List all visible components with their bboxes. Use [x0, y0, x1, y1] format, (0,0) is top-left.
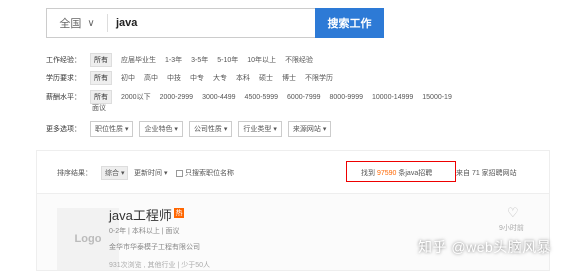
dropdown-industry[interactable]: 行业类型 ▾ [238, 121, 282, 137]
filter-option[interactable]: 硕士 [259, 73, 273, 83]
filter-option[interactable]: 中技 [167, 73, 181, 83]
filter-experience: 工作经验： 所有 应届毕业生 1-3年 3-5年 5-10年 10年以上 不限经… [46, 53, 322, 67]
filter-option[interactable]: 10年以上 [247, 55, 276, 65]
filter-option[interactable]: 3000-4499 [202, 94, 235, 101]
filter-education: 学历要求： 所有 初中 高中 中技 中专 大专 本科 硕士 博士 不限学历 [46, 71, 342, 85]
filter-option[interactable]: 6000-7999 [287, 94, 320, 101]
dropdown-job-type[interactable]: 职位性质 ▾ [90, 121, 134, 137]
filter-option[interactable]: 5-10年 [217, 55, 238, 65]
filter-option[interactable]: 所有 [90, 53, 112, 67]
filter-option[interactable]: 1-3年 [165, 55, 182, 65]
job-views: 931次浏览 , 其他行业 | 少于50人 [109, 262, 211, 269]
sort-comprehensive[interactable]: 综合 ▾ [101, 166, 129, 180]
filter-option[interactable]: 2000以下 [121, 92, 151, 102]
filter-option[interactable]: 所有 [90, 90, 112, 104]
filter-label: 学历要求： [46, 75, 81, 82]
sort-update-time[interactable]: 更新时间 ▾ [134, 168, 167, 178]
filter-option[interactable]: 本科 [236, 73, 250, 83]
filter-option[interactable]: 不限学历 [305, 73, 333, 83]
filter-option[interactable]: 不限经验 [285, 55, 313, 65]
heart-icon[interactable]: ♡ [507, 205, 519, 221]
filter-option[interactable]: 10000-14999 [372, 94, 413, 101]
filter-option[interactable]: 大专 [213, 73, 227, 83]
dropdown-company-type[interactable]: 公司性质 ▾ [188, 121, 233, 137]
source-sites-text: 来自 71 家招聘网站 [456, 170, 517, 177]
filter-option[interactable]: 15000-19 [422, 94, 452, 101]
job-meta: 0-2年 | 本科以上 | 面议 [109, 228, 180, 235]
company-name[interactable]: 金华市华泰模子工程有限公司 [109, 242, 200, 252]
search-button[interactable]: 搜索工作 [315, 8, 384, 38]
filter-label: 更多选项： [46, 126, 81, 133]
filter-option[interactable]: 8000-9999 [330, 94, 363, 101]
filter-option[interactable]: 4500-5999 [245, 94, 278, 101]
region-label: 全国 [59, 18, 82, 30]
filter-option[interactable]: 初中 [121, 73, 135, 83]
filter-salary-overflow: 面议 [92, 103, 115, 113]
filter-option[interactable]: 所有 [90, 71, 112, 85]
title-only-checkbox[interactable]: 只搜索职位名称 [176, 168, 234, 178]
hot-badge: 热 [174, 208, 184, 218]
watermark: 知乎 @web头脑风暴 [418, 239, 552, 255]
sort-label: 排序结果： [57, 170, 92, 177]
chevron-down-icon: ∨ [87, 17, 95, 29]
filter-option[interactable]: 中专 [190, 73, 204, 83]
filter-option[interactable]: 应届毕业生 [121, 55, 156, 65]
checkbox-icon [176, 169, 183, 177]
job-title[interactable]: java工程师 [109, 205, 172, 224]
filter-option[interactable]: 3-5年 [191, 55, 208, 65]
filter-option[interactable]: 面议 [92, 103, 106, 113]
posted-time: 9小时前 [499, 225, 524, 232]
dropdown-source-site[interactable]: 来源网站 ▾ [287, 121, 332, 137]
filter-label: 工作经验： [46, 57, 81, 64]
filter-label: 薪酬水平： [46, 94, 81, 101]
filter-more: 更多选项： 职位性质 ▾ 企业特色 ▾ 公司性质 ▾ 行业类型 ▾ 来源网站 ▾ [46, 121, 337, 137]
region-select[interactable]: 全国 ∨ [47, 14, 108, 32]
filter-option[interactable]: 博士 [282, 73, 296, 83]
sort-bar: 排序结果： 综合 ▾ 更新时间 ▾ 只搜索职位名称 找到 97590 条java… [37, 151, 549, 194]
filter-option[interactable]: 高中 [144, 73, 158, 83]
dropdown-company-feature[interactable]: 企业特色 ▾ [139, 121, 183, 137]
filter-salary: 薪酬水平： 所有 2000以下 2000-2999 3000-4499 4500… [46, 90, 461, 104]
highlight-box [346, 161, 456, 182]
filter-option[interactable]: 2000-2999 [160, 94, 193, 101]
